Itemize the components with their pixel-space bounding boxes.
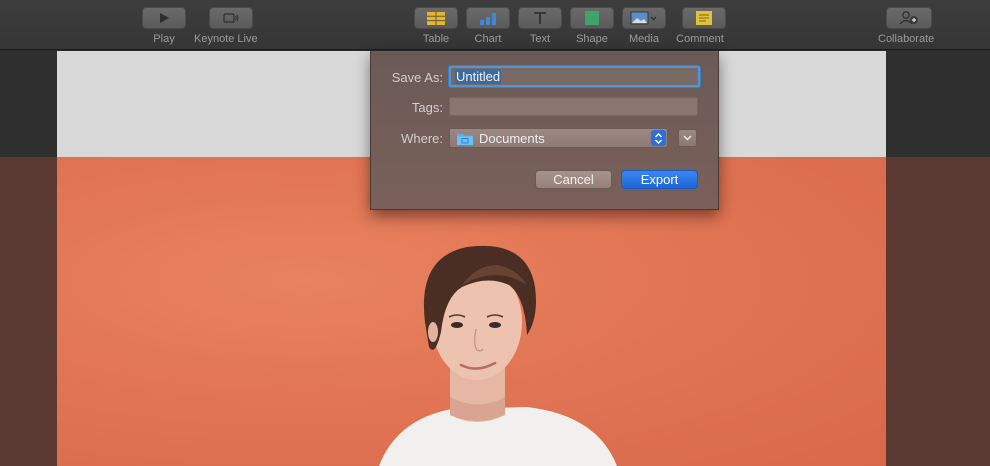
comment-icon [696,11,712,25]
play-icon [160,13,169,23]
export-dialog: Save As: Untitled Tags: Where: Documents… [370,51,719,210]
media-button[interactable]: Media [622,7,666,45]
table-button-frame [414,7,458,29]
keynote-live-button-frame [209,7,254,29]
comment-button[interactable]: Comment [674,7,726,45]
cancel-button[interactable]: Cancel [535,170,612,189]
keynote-live-label: Keynote Live [194,33,258,45]
canvas-margin-right [886,157,990,466]
where-popup[interactable]: Documents [449,128,668,148]
play-label: Play [153,33,175,45]
chart-button-frame [466,7,510,29]
text-label: Text [529,33,551,45]
save-as-value: Untitled [455,69,502,84]
tags-input[interactable] [449,97,698,116]
where-value: Documents [479,130,545,146]
text-button[interactable]: Text [518,7,562,45]
export-button[interactable]: Export [621,170,698,189]
chart-icon [480,12,496,25]
media-label: Media [629,33,659,45]
shape-button[interactable]: Shape [570,7,614,45]
collaborate-label: Collaborate [878,33,935,45]
play-button-frame [142,7,186,29]
tags-label: Tags: [411,100,443,115]
text-icon [534,12,546,24]
collaborate-button-frame [885,7,932,29]
chart-label: Chart [474,33,502,45]
table-label: Table [422,33,450,45]
canvas-margin-left [0,157,57,466]
play-button[interactable]: Play [142,7,186,45]
media-button-frame [622,7,666,29]
shape-label: Shape [576,33,608,45]
keynote-live-button[interactable]: Keynote Live [194,7,258,45]
table-icon [427,11,445,25]
save-as-label: Save As: [391,70,443,85]
shape-icon [585,11,599,25]
popup-arrows-icon [651,130,666,146]
comment-label: Comment [676,33,724,45]
chart-button[interactable]: Chart [466,7,510,45]
text-button-frame [518,7,562,29]
table-button[interactable]: Table [414,7,458,45]
media-icon [630,11,657,25]
collaborate-button[interactable]: Collaborate [878,7,934,45]
shape-button-frame [570,7,614,29]
keynote-live-icon [223,13,239,23]
folder-icon [457,133,473,145]
chevron-down-icon [683,135,692,141]
expand-dialog-button[interactable] [678,129,697,147]
save-as-input[interactable]: Untitled [449,66,700,87]
toolbar: Play Keynote Live Table Chart Text Shape [0,0,990,50]
comment-button-frame [682,7,726,29]
where-label: Where: [401,131,443,146]
collaborate-icon [899,11,918,25]
